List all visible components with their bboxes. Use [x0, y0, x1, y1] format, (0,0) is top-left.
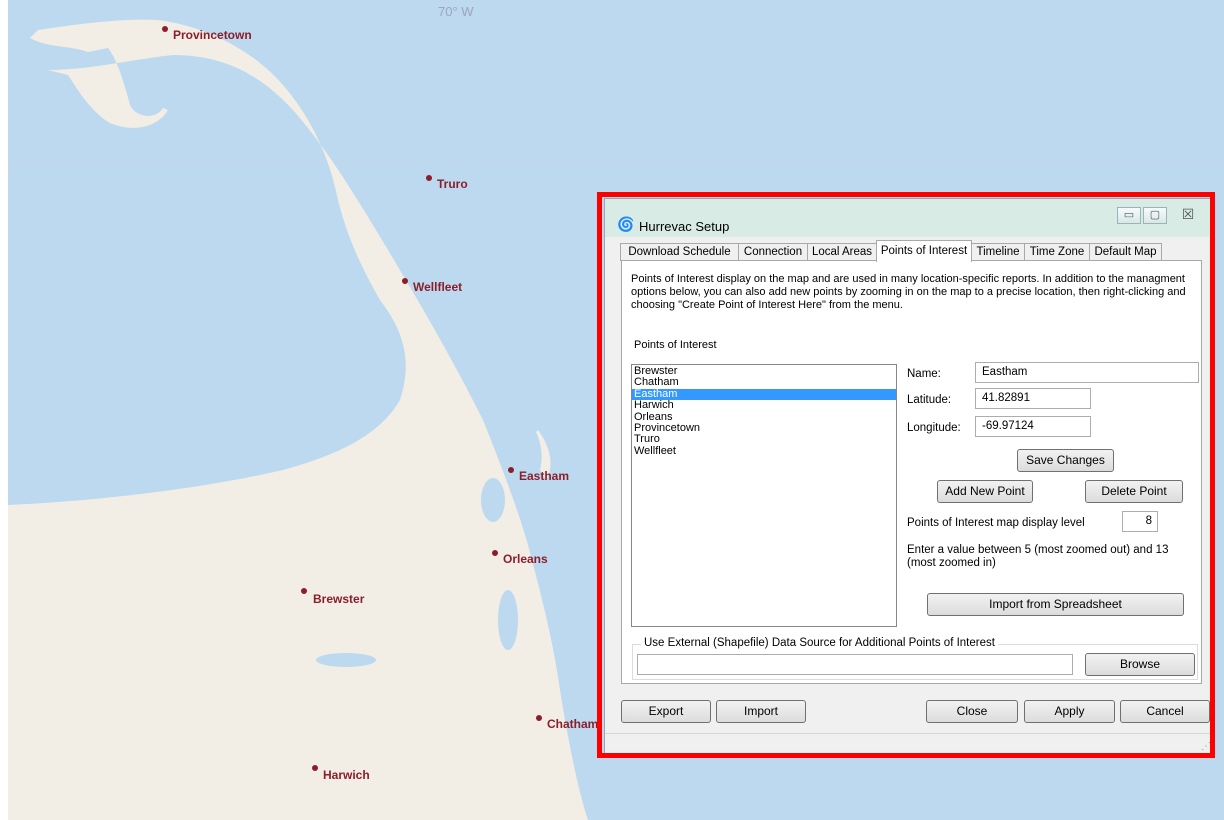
- town-dot: [492, 550, 498, 556]
- latitude-label: Latitude:: [907, 394, 952, 406]
- external-source-group: Use External (Shapefile) Data Source for…: [632, 637, 1198, 680]
- town-label: Eastham: [519, 469, 569, 483]
- close-button[interactable]: Close: [926, 700, 1018, 723]
- longitude-label: 70° W: [438, 4, 474, 19]
- points-of-interest-panel: Points of Interest display on the map an…: [621, 260, 1202, 684]
- description-text: Points of Interest display on the map an…: [631, 273, 1186, 311]
- tab-default-map[interactable]: Default Map: [1089, 243, 1162, 261]
- tab-points-of-interest[interactable]: Points of Interest: [876, 240, 972, 262]
- name-label: Name:: [907, 368, 941, 380]
- list-item[interactable]: Provincetown: [632, 422, 896, 434]
- tab-timeline[interactable]: Timeline: [971, 243, 1025, 261]
- pond: [316, 653, 376, 667]
- town-label: Orleans: [503, 552, 548, 566]
- resize-grip-icon[interactable]: ⋰: [1201, 741, 1211, 752]
- external-source-label: Use External (Shapefile) Data Source for…: [641, 637, 998, 649]
- title-bar[interactable]: 🌀 Hurrevac Setup ▭ ▢ ☒: [605, 199, 1213, 237]
- tab-connection[interactable]: Connection: [738, 243, 808, 261]
- list-item[interactable]: Wellfleet: [632, 445, 896, 457]
- add-new-point-button[interactable]: Add New Point: [937, 480, 1033, 503]
- hurricane-icon: 🌀: [617, 216, 635, 232]
- export-button[interactable]: Export: [621, 700, 711, 723]
- cancel-button[interactable]: Cancel: [1120, 700, 1210, 723]
- dialog-title: Hurrevac Setup: [639, 219, 730, 234]
- town-dot: [312, 765, 318, 771]
- minimize-button[interactable]: ▭: [1117, 207, 1141, 224]
- apply-button[interactable]: Apply: [1024, 700, 1115, 723]
- longitude-label: Longitude:: [907, 422, 961, 434]
- display-level-label: Points of Interest map display level: [907, 517, 1085, 529]
- list-item[interactable]: Harwich: [632, 399, 896, 411]
- tab-time-zone[interactable]: Time Zone: [1024, 243, 1090, 261]
- town-label: Brewster: [313, 592, 365, 606]
- hurrevac-setup-dialog: 🌀 Hurrevac Setup ▭ ▢ ☒ Download Schedule…: [604, 198, 1214, 754]
- wellfleet-harbor: [350, 314, 386, 326]
- import-button[interactable]: Import: [716, 700, 806, 723]
- delete-point-button[interactable]: Delete Point: [1085, 480, 1183, 503]
- town-dot: [301, 588, 307, 594]
- browse-button[interactable]: Browse: [1085, 653, 1195, 676]
- maximize-button[interactable]: ▢: [1143, 207, 1167, 224]
- town-dot: [426, 175, 432, 181]
- save-changes-button[interactable]: Save Changes: [1017, 449, 1114, 472]
- status-bar: ⋰: [605, 733, 1213, 753]
- display-level-hint: Enter a value between 5 (most zoomed out…: [907, 544, 1169, 569]
- pleasant-bay: [498, 590, 518, 650]
- town-label: Harwich: [323, 768, 370, 782]
- tab-local-areas[interactable]: Local Areas: [807, 243, 877, 261]
- town-dot: [536, 715, 542, 721]
- longitude-field[interactable]: -69.97124: [975, 416, 1091, 437]
- town-dot: [508, 467, 514, 473]
- external-source-field[interactable]: [637, 654, 1073, 675]
- town-marker[interactable]: Provincetown: [162, 26, 252, 42]
- points-of-interest-label: Points of Interest: [634, 339, 717, 351]
- town-label: Chatham: [547, 717, 598, 731]
- close-window-button[interactable]: ☒: [1171, 207, 1205, 224]
- points-of-interest-list[interactable]: Brewster Chatham Eastham Harwich Orleans…: [631, 364, 897, 627]
- tab-download-schedule[interactable]: Download Schedule: [620, 243, 739, 261]
- import-from-spreadsheet-button[interactable]: Import from Spreadsheet: [927, 593, 1184, 616]
- town-label: Provincetown: [173, 28, 252, 42]
- latitude-field[interactable]: 41.82891: [975, 388, 1091, 409]
- nauset-marsh: [481, 478, 505, 522]
- town-label: Wellfleet: [413, 280, 462, 294]
- name-field[interactable]: Eastham: [975, 362, 1199, 383]
- town-dot: [162, 26, 168, 32]
- town-dot: [402, 278, 408, 284]
- display-level-field[interactable]: 8: [1122, 511, 1158, 532]
- town-label: Truro: [437, 177, 468, 191]
